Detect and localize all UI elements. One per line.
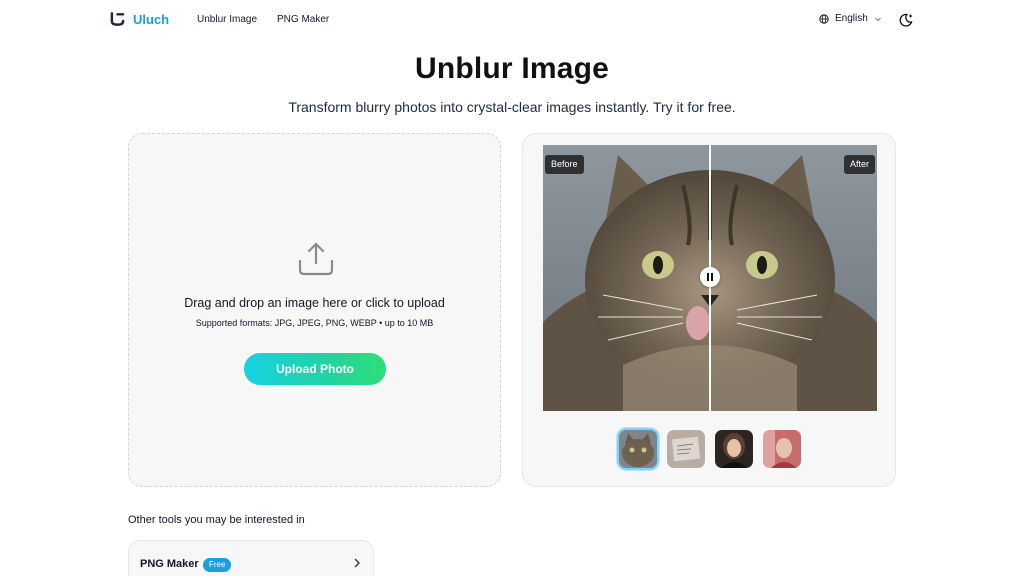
sample-thumbnails: [617, 428, 803, 470]
after-label: After: [843, 155, 875, 174]
thumbnail-cat[interactable]: [617, 428, 659, 470]
page-subtitle: Transform blurry photos into crystal-cle…: [288, 99, 736, 115]
page-title: Unblur Image: [414, 52, 610, 85]
chevron-down-icon: [874, 17, 881, 21]
before-label: Before: [545, 155, 584, 174]
brand-name: Uluch: [133, 11, 170, 27]
thumbnail-woman-portrait[interactable]: [713, 428, 755, 470]
pause-icon[interactable]: [700, 267, 720, 287]
chevron-right-icon: [354, 558, 360, 568]
header: Uluch Unblur Image PNG Maker English: [0, 0, 1024, 40]
before-after-slider[interactable]: Before After: [543, 145, 877, 411]
thumbnail-girl-portrait[interactable]: [761, 428, 803, 470]
logo-link[interactable]: Uluch: [110, 11, 169, 27]
upload-photo-button[interactable]: Upload Photo: [244, 353, 386, 385]
globe-icon: [819, 13, 829, 24]
language-selector[interactable]: English: [819, 13, 882, 24]
logo-icon: [110, 12, 125, 26]
upload-prompt: Drag and drop an image here or click to …: [184, 296, 445, 310]
other-tools-heading: Other tools you may be interested in: [128, 514, 305, 526]
nav-png-maker[interactable]: PNG Maker: [277, 14, 329, 25]
thumbnail-note[interactable]: [665, 428, 707, 470]
tool-name: PNG Maker: [140, 558, 199, 570]
theme-toggle-icon[interactable]: [898, 12, 914, 28]
upload-formats: Supported formats: JPG, JPEG, PNG, WEBP …: [195, 318, 434, 328]
before-after-card: Before After: [522, 133, 896, 487]
language-label: English: [835, 13, 868, 24]
free-badge: Free: [203, 558, 232, 572]
upload-dropzone[interactable]: Drag and drop an image here or click to …: [128, 133, 501, 487]
tool-card-png-maker[interactable]: PNG Maker Free: [128, 540, 374, 576]
upload-icon: [298, 242, 334, 276]
nav-unblur-image[interactable]: Unblur Image: [197, 14, 257, 25]
